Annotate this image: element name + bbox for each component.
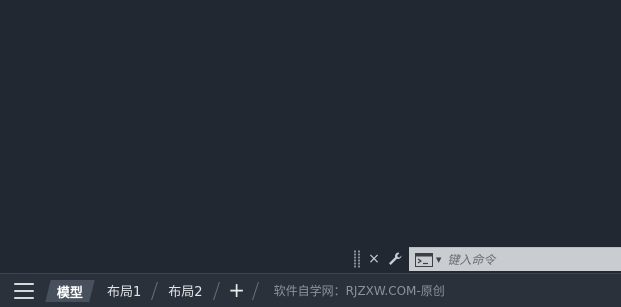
command-prompt-icon[interactable] xyxy=(412,249,436,271)
tab-divider xyxy=(151,281,159,300)
tab-layout1[interactable]: 布局1 xyxy=(98,280,150,302)
close-icon[interactable]: × xyxy=(365,249,383,269)
chevron-down-icon[interactable]: ▼ xyxy=(436,256,441,264)
tab-layout2[interactable]: 布局2 xyxy=(159,280,211,302)
tab-divider xyxy=(251,281,259,300)
command-input-box[interactable]: ▼ xyxy=(409,247,621,271)
wrench-icon[interactable] xyxy=(386,249,404,269)
command-input[interactable] xyxy=(447,249,621,270)
watermark-text: 软件自学网：RJZXW.COM-原创 xyxy=(273,284,445,298)
tab-divider xyxy=(212,281,220,300)
status-bar: 模型 布局1 布局2 + 软件自学网：RJZXW.COM-原创 xyxy=(0,273,621,307)
tab-model[interactable]: 模型 xyxy=(45,279,95,302)
tab-label: 布局2 xyxy=(168,285,203,300)
hamburger-menu-icon[interactable] xyxy=(14,282,34,299)
command-line: × ▼ xyxy=(350,247,621,271)
drawing-canvas[interactable] xyxy=(0,0,621,272)
add-layout-button[interactable]: + xyxy=(225,280,249,302)
drag-handle-icon[interactable] xyxy=(353,250,361,268)
tab-label: 布局1 xyxy=(107,285,142,300)
tab-label: 模型 xyxy=(57,285,84,300)
